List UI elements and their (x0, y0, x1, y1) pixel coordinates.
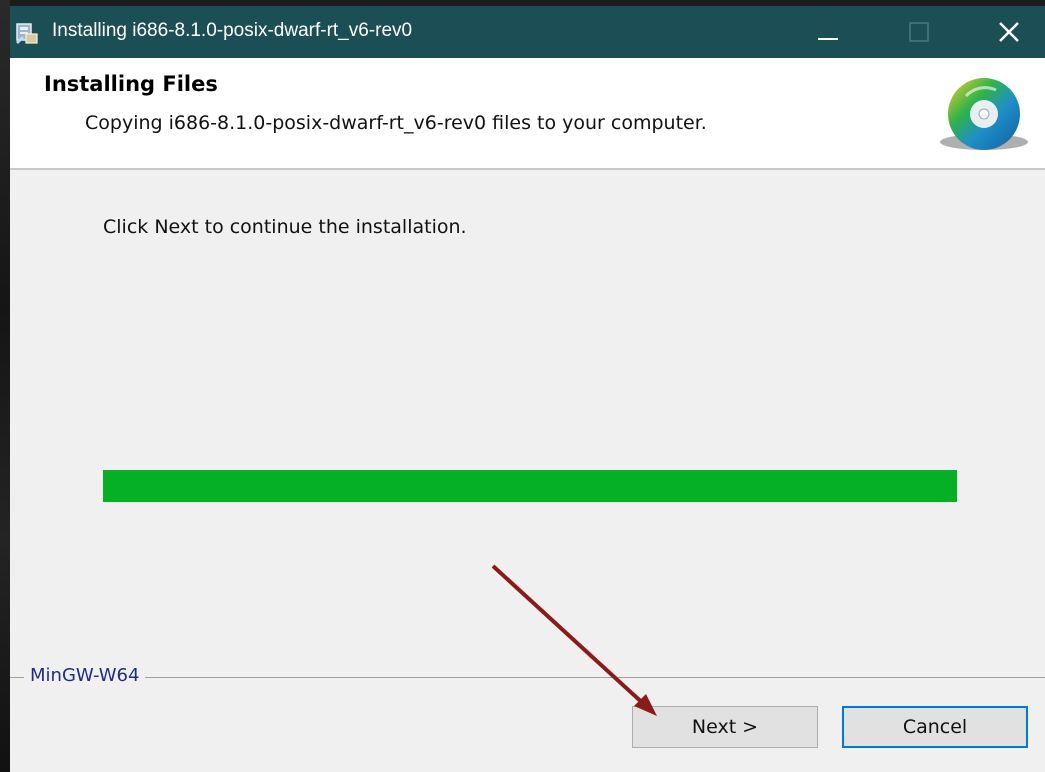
close-icon (999, 22, 1019, 42)
title-bar[interactable]: Installing i686-8.1.0-posix-dwarf-rt_v6-… (10, 6, 1045, 58)
step-subtitle: Copying i686-8.1.0-posix-dwarf-rt_v6-rev… (85, 112, 707, 134)
progress-fill (103, 470, 957, 502)
step-title: Installing Files (44, 72, 218, 96)
footer-divider (10, 677, 1045, 678)
cd-disc-icon (936, 76, 1030, 152)
minimize-icon (818, 38, 838, 40)
maximize-icon (909, 22, 929, 42)
next-button[interactable]: Next > (632, 706, 818, 748)
instruction-text: Click Next to continue the installation. (103, 216, 467, 238)
cancel-button[interactable]: Cancel (842, 706, 1028, 748)
installer-package-icon (14, 20, 40, 46)
maximize-button[interactable] (888, 6, 952, 58)
progress-bar (103, 470, 957, 502)
installer-window: Installing i686-8.1.0-posix-dwarf-rt_v6-… (10, 6, 1045, 772)
desktop-background (0, 0, 10, 772)
window-title: Installing i686-8.1.0-posix-dwarf-rt_v6-… (52, 20, 413, 41)
close-button[interactable] (976, 6, 1040, 58)
minimize-button[interactable] (796, 6, 860, 58)
brand-label: MinGW-W64 (24, 665, 146, 686)
installer-header: Installing Files Copying i686-8.1.0-posi… (10, 58, 1045, 170)
